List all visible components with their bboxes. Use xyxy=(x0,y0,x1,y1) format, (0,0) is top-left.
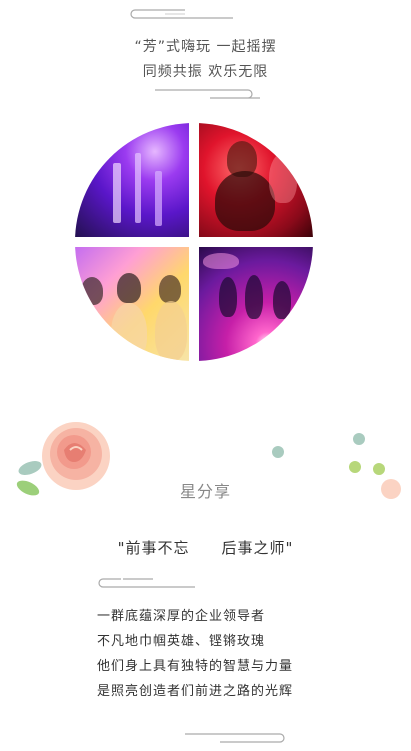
quote-left: "前事不忘 xyxy=(117,539,190,557)
bottom-swirl-decoration xyxy=(185,733,285,743)
photo-collage xyxy=(75,123,313,361)
masked-women-photo xyxy=(75,247,189,361)
cocktail-glasses-photo xyxy=(75,123,189,237)
quote-right: 后事之师" xyxy=(221,539,294,557)
share-line-3: 他们身上具有独特的智慧与力量 xyxy=(97,659,294,674)
tagline-swirl-decoration xyxy=(155,89,260,99)
section-title: 星分享 xyxy=(179,482,231,501)
share-line-2: 不凡地巾帼英雄、铿锵玫瑰 xyxy=(97,634,266,649)
tagline-line-1: “芳”式嗨玩 一起摇摆 xyxy=(134,39,277,55)
stage-laser-photo xyxy=(199,247,313,361)
top-swirl-decoration xyxy=(130,9,233,19)
green-dot xyxy=(373,463,385,475)
green-dot xyxy=(349,461,361,473)
masked-dancer-photo xyxy=(199,123,313,237)
share-line-4: 是照亮创造者们前进之路的光辉 xyxy=(97,684,294,699)
tagline-line-2: 同频共振 欢乐无限 xyxy=(142,64,269,80)
teal-dot xyxy=(272,446,284,458)
teal-dot xyxy=(353,433,365,445)
quote: "前事不忘 后事之师" xyxy=(0,537,411,558)
paragraph-swirl-decoration xyxy=(98,578,195,588)
share-line-1: 一群底蕴深厚的企业领导者 xyxy=(97,609,266,624)
